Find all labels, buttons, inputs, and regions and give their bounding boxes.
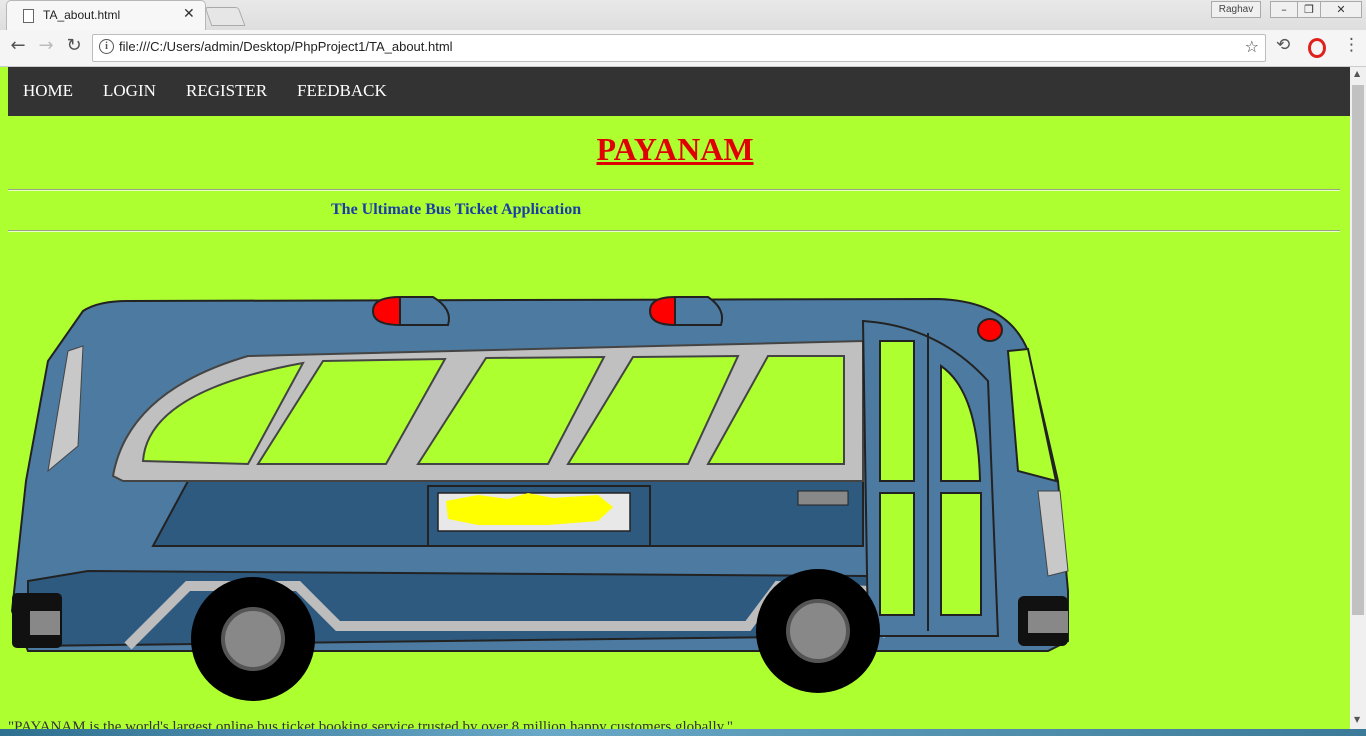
- nav-feedback-link[interactable]: FEEDBACK: [297, 81, 387, 101]
- tagline: The Ultimate Bus Ticket Application: [331, 201, 582, 218]
- vertical-scrollbar[interactable]: ▲ ▼: [1350, 67, 1366, 729]
- bus-illustration: [10, 295, 1069, 701]
- scroll-up-icon[interactable]: ▲: [1354, 69, 1360, 78]
- profile-button[interactable]: Raghav: [1211, 1, 1261, 18]
- browser-tab[interactable]: TA_about.html ✕: [6, 0, 206, 31]
- divider-bottom: [8, 230, 1340, 232]
- scrollbar-thumb[interactable]: [1352, 85, 1364, 615]
- minimize-button[interactable]: –: [1270, 1, 1298, 18]
- menu-icon[interactable]: ⋮: [1343, 35, 1360, 55]
- page-content: HOME LOGIN REGISTER FEEDBACK PAYANAM The…: [0, 67, 1350, 729]
- info-icon[interactable]: i: [99, 39, 114, 54]
- nav-home-link[interactable]: HOME: [23, 81, 73, 101]
- reload-icon[interactable]: ↻: [62, 35, 86, 56]
- tab-title: TA_about.html: [43, 8, 121, 22]
- new-tab-button[interactable]: [204, 7, 246, 26]
- os-taskbar: [0, 729, 1366, 736]
- top-menubar: HOME LOGIN REGISTER FEEDBACK: [8, 67, 1350, 116]
- window-close-button[interactable]: ✕: [1320, 1, 1362, 18]
- scroll-down-icon[interactable]: ▼: [1354, 715, 1360, 724]
- browser-toolbar: ← → ↻ i file:///C:/Users/admin/Desktop/P…: [0, 30, 1366, 67]
- forward-icon[interactable]: →: [34, 35, 58, 56]
- tab-close-icon[interactable]: ✕: [183, 6, 195, 22]
- brand-title: PAYANAM: [596, 131, 754, 167]
- intro-paragraph: "PAYANAM is the world's largest online b…: [8, 719, 734, 729]
- url-text[interactable]: file:///C:/Users/admin/Desktop/PhpProjec…: [119, 39, 453, 54]
- nav-register-link[interactable]: REGISTER: [186, 81, 267, 101]
- restore-button[interactable]: ❐: [1297, 1, 1321, 18]
- browser-tabstrip: TA_about.html ✕ Raghav – ❐ ✕: [0, 0, 1366, 31]
- opera-icon[interactable]: [1308, 38, 1326, 58]
- back-icon[interactable]: ←: [6, 35, 30, 56]
- document-icon: [23, 9, 34, 23]
- history-icon[interactable]: ⟲: [1276, 35, 1290, 55]
- nav-login-link[interactable]: LOGIN: [103, 81, 156, 101]
- address-bar[interactable]: i file:///C:/Users/admin/Desktop/PhpProj…: [92, 34, 1266, 62]
- bookmark-star-icon[interactable]: ☆: [1245, 37, 1259, 56]
- divider-top: [8, 189, 1340, 191]
